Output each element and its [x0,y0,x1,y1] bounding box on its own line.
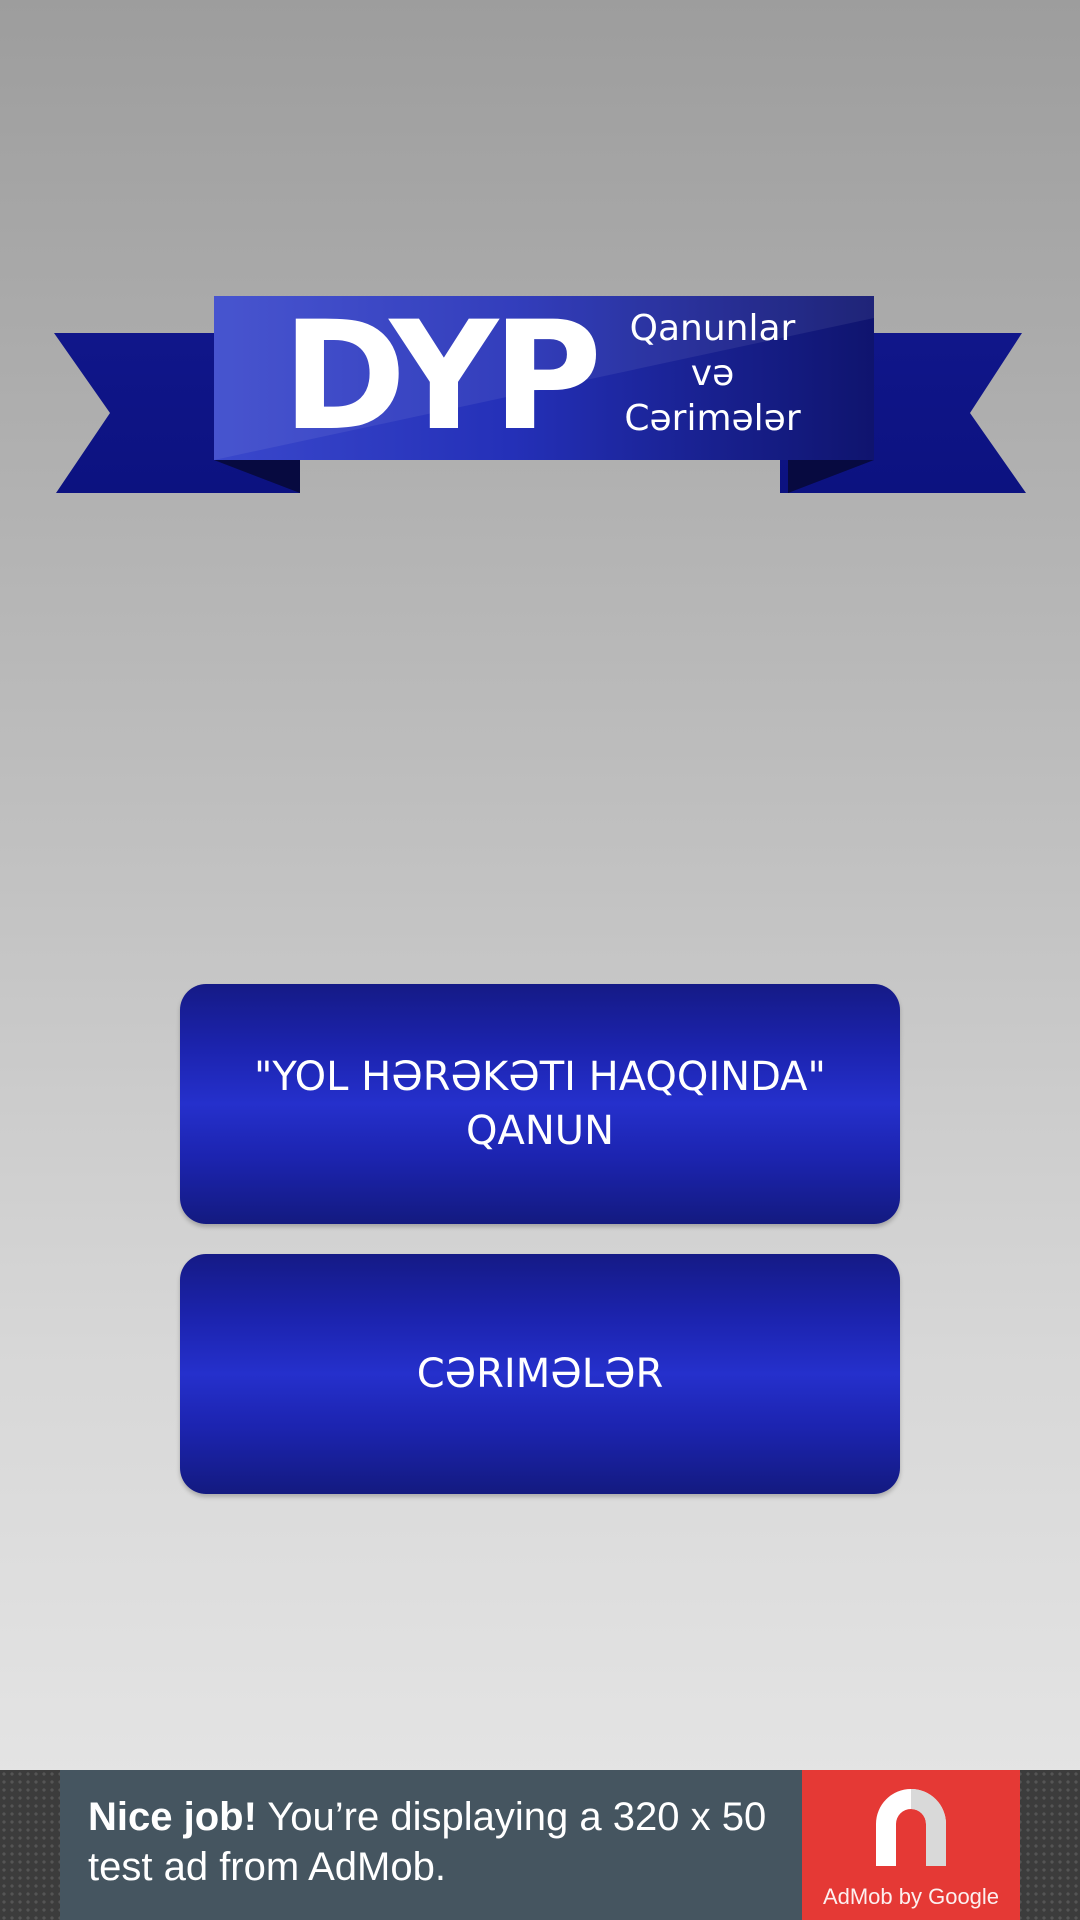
test-ad-banner[interactable]: Nice job! You’re displaying a 320 x 50 t… [60,1770,1020,1920]
fines-button[interactable]: CƏRIMƏLƏR [180,1254,900,1494]
admob-logo[interactable]: AdMob by Google [802,1770,1020,1920]
app-subtitle: Qanunlar və Cərimələr [620,306,805,441]
subtitle-line-3: Cərimələr [624,398,801,439]
traffic-law-button[interactable]: "YOL HƏRƏKƏTI HAQQINDA" QANUN [180,984,900,1224]
app-title: DYP [282,290,602,464]
ad-container: Nice job! You’re displaying a 320 x 50 t… [0,1770,1080,1920]
ad-headline: Nice job! [88,1795,257,1839]
app-banner: DYP Qanunlar və Cərimələr [0,0,1080,520]
admob-caption: AdMob by Google [822,1884,1000,1909]
admob-logo-icon [876,1789,946,1866]
subtitle-line-1: Qanunlar [629,308,796,349]
ad-text[interactable]: Nice job! You’re displaying a 320 x 50 t… [60,1770,802,1920]
subtitle-line-2: və [690,353,735,394]
